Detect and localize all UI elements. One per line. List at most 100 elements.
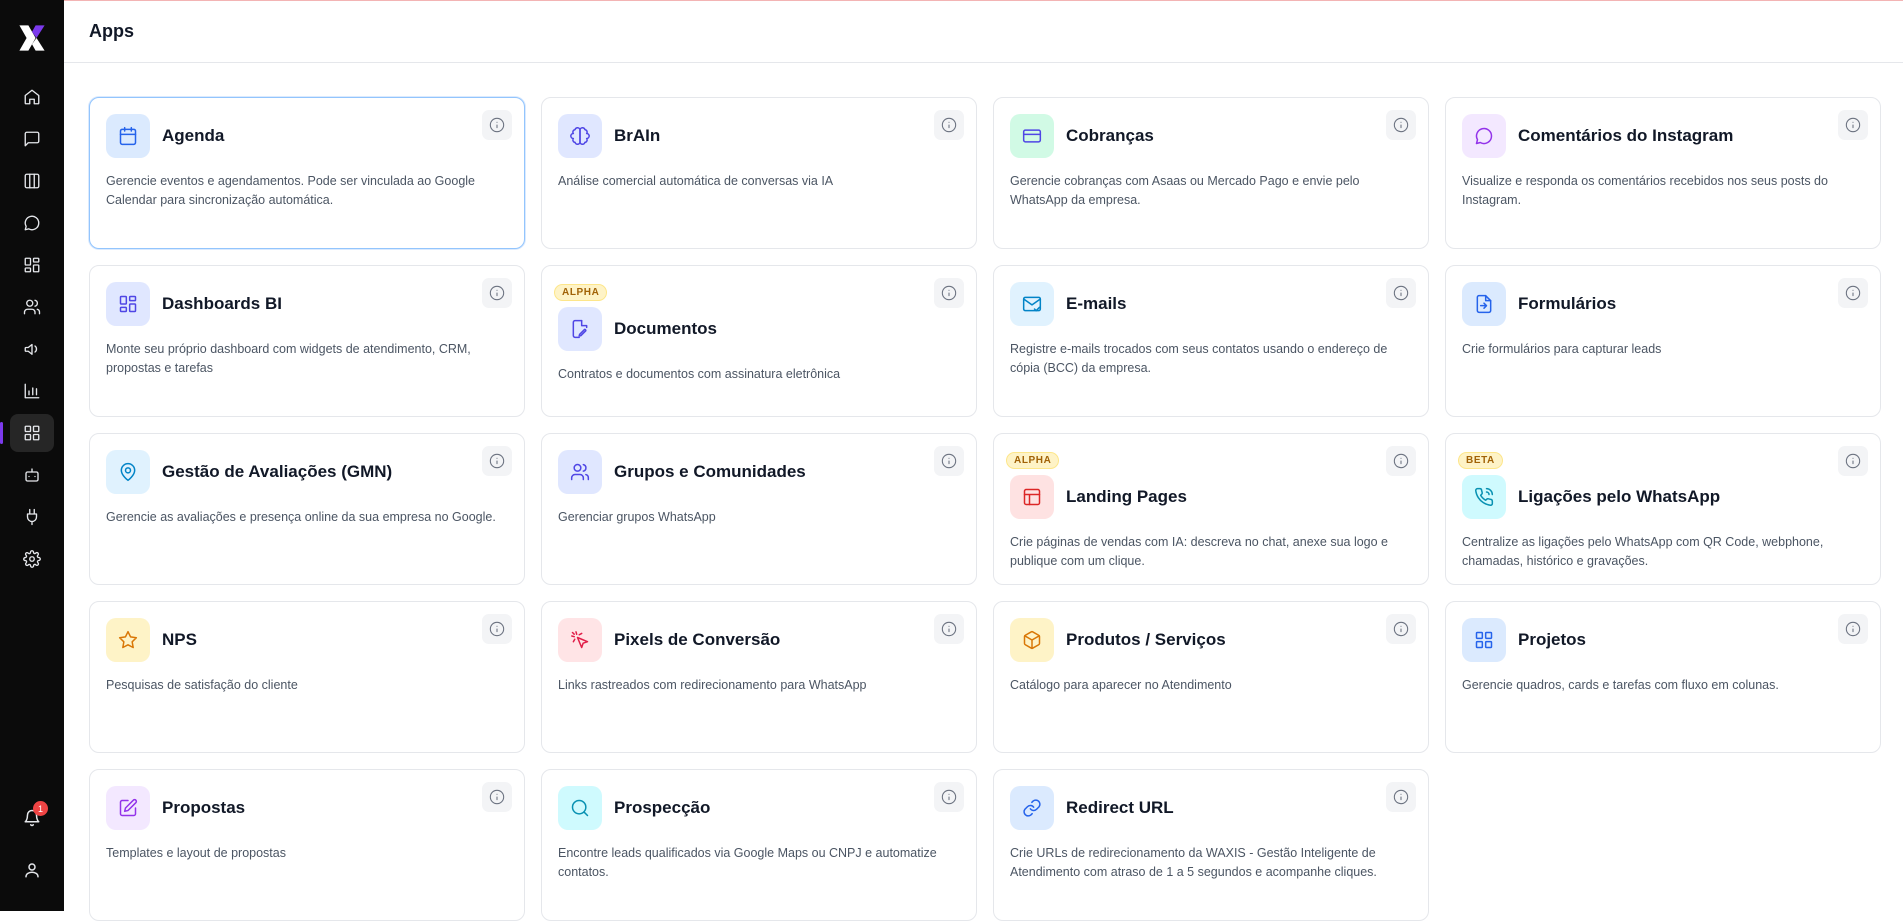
info-button[interactable] bbox=[934, 110, 964, 140]
info-button[interactable] bbox=[934, 782, 964, 812]
app-description: Gerencie quadros, cards e tarefas com fl… bbox=[1462, 678, 1779, 692]
info-button[interactable] bbox=[1838, 110, 1868, 140]
sidebar-item-home[interactable] bbox=[10, 78, 54, 116]
sidebar-item-columns[interactable] bbox=[10, 162, 54, 200]
logo[interactable] bbox=[12, 18, 52, 58]
app-card[interactable]: BrAIn Análise comercial automática de con… bbox=[541, 97, 977, 249]
app-card[interactable]: Pixels de Conversão Links rastreados com … bbox=[541, 601, 977, 753]
phone-call-icon bbox=[1475, 487, 1494, 506]
app-title: Documentos bbox=[614, 319, 717, 338]
app-card[interactable]: Projetos Gerencie quadros, cards e tarefa… bbox=[1445, 601, 1881, 753]
info-button[interactable] bbox=[934, 614, 964, 644]
app-card[interactable]: Agenda Gerencie eventos e agendamentos. P… bbox=[89, 97, 525, 249]
info-button[interactable] bbox=[482, 446, 512, 476]
bot-icon bbox=[25, 468, 39, 482]
app-card[interactable]: E-mails Registre e-mails trocados com seu… bbox=[993, 265, 1429, 417]
app-title: Pixels de Conversão bbox=[614, 630, 781, 649]
info-button[interactable] bbox=[1386, 110, 1416, 140]
map-pin-icon bbox=[120, 462, 136, 482]
sidebar-item-plug[interactable] bbox=[10, 498, 54, 536]
app-card[interactable]: Gestão de Avaliações (GMN) Gerencie as av… bbox=[89, 433, 525, 585]
app-description: Análise comercial automática de conversa… bbox=[558, 174, 834, 188]
waxis-logo-icon bbox=[19, 25, 45, 51]
app-card[interactable]: Comentários do Instagram Visualize e resp… bbox=[1445, 97, 1881, 249]
info-button[interactable] bbox=[482, 110, 512, 140]
sidebar-item-users[interactable] bbox=[10, 288, 54, 326]
app-card-header: Produtos / Serviços bbox=[1010, 618, 1412, 662]
app-card[interactable]: Produtos / Serviços Catálogo para aparece… bbox=[993, 601, 1429, 753]
info-button[interactable] bbox=[1386, 782, 1416, 812]
info-button[interactable] bbox=[934, 278, 964, 308]
info-icon bbox=[1393, 453, 1409, 469]
app-card[interactable]: ALPHA Documentos Contratos e documentos co… bbox=[541, 265, 977, 417]
app-card[interactable]: NPS Pesquisas de satisfação do cliente bbox=[89, 601, 525, 753]
app-icon bbox=[106, 282, 150, 326]
app-card-header: Projetos bbox=[1462, 618, 1864, 662]
app-icon bbox=[558, 618, 602, 662]
sidebar-item-bar-chart[interactable] bbox=[10, 372, 54, 410]
dashboard-icon bbox=[119, 295, 137, 313]
sidebar-item-dashboard[interactable] bbox=[10, 246, 54, 284]
form-enter-icon bbox=[1476, 294, 1492, 314]
info-button[interactable] bbox=[482, 614, 512, 644]
info-icon bbox=[489, 621, 505, 637]
info-button[interactable] bbox=[934, 446, 964, 476]
info-button[interactable] bbox=[1838, 614, 1868, 644]
sidebar: 1 bbox=[0, 0, 64, 911]
app-title: Cobranças bbox=[1066, 126, 1154, 145]
info-icon bbox=[1393, 621, 1409, 637]
app-card-header: Landing Pages bbox=[1010, 475, 1412, 519]
notification-badge: 1 bbox=[33, 801, 48, 816]
app-card-header: BrAIn bbox=[558, 114, 960, 158]
notifications-button[interactable]: 1 bbox=[10, 799, 54, 837]
app-description: Centralize as ligações pelo WhatsApp com… bbox=[1462, 535, 1824, 568]
info-icon bbox=[1845, 453, 1861, 469]
app-card[interactable]: Propostas Templates e layout de propostas bbox=[89, 769, 525, 921]
info-button[interactable] bbox=[482, 782, 512, 812]
sidebar-item-gear[interactable] bbox=[10, 540, 54, 578]
profile-button[interactable] bbox=[10, 851, 54, 889]
app-title: Propostas bbox=[162, 798, 246, 817]
sidebar-item-megaphone[interactable] bbox=[10, 330, 54, 368]
app-card[interactable]: ALPHA Landing Pages Crie páginas de vendas… bbox=[993, 433, 1429, 585]
mail-check-icon bbox=[1022, 296, 1042, 312]
app-card[interactable]: BETA Ligações pelo WhatsApp Centralize as … bbox=[1445, 433, 1881, 585]
page-title: Apps bbox=[89, 21, 134, 41]
app-card[interactable]: Formulários Crie formulários para captura… bbox=[1445, 265, 1881, 417]
app-card-header: Cobranças bbox=[1010, 114, 1412, 158]
sidebar-item-chat-bubble[interactable] bbox=[10, 204, 54, 242]
app-icon bbox=[1462, 282, 1506, 326]
info-icon bbox=[941, 117, 957, 133]
app-card[interactable]: Dashboards BI Monte seu próprio dashboard… bbox=[89, 265, 525, 417]
info-button[interactable] bbox=[1386, 278, 1416, 308]
app-card[interactable]: Grupos e Comunidades Gerenciar grupos Wha… bbox=[541, 433, 977, 585]
app-title: E-mails bbox=[1066, 294, 1127, 313]
info-button[interactable] bbox=[1386, 614, 1416, 644]
sidebar-item-message-square[interactable] bbox=[10, 120, 54, 158]
app-title: Projetos bbox=[1518, 630, 1587, 649]
app-card[interactable]: Cobranças Gerencie cobranças com Asaas ou… bbox=[993, 97, 1429, 249]
info-button[interactable] bbox=[1386, 446, 1416, 476]
info-button[interactable] bbox=[1838, 446, 1868, 476]
app-title: Ligações pelo WhatsApp bbox=[1518, 487, 1721, 506]
sidebar-item-apps-grid[interactable] bbox=[0, 414, 54, 452]
app-icon bbox=[1010, 114, 1054, 158]
app-icon bbox=[1010, 618, 1054, 662]
comment-icon bbox=[1475, 127, 1493, 145]
app-icon bbox=[1010, 282, 1054, 326]
apps-grid-icon bbox=[24, 425, 40, 441]
app-card-header: Pixels de Conversão bbox=[558, 618, 960, 662]
app-card[interactable]: Prospecção Encontre leads qualificados vi… bbox=[541, 769, 977, 921]
plug-icon bbox=[26, 508, 38, 526]
info-button[interactable] bbox=[482, 278, 512, 308]
info-icon bbox=[489, 789, 505, 805]
app-card[interactable]: Redirect URL Crie URLs de redirecionament… bbox=[993, 769, 1429, 921]
grid-icon bbox=[1475, 631, 1493, 649]
app-card-header: Prospecção bbox=[558, 786, 960, 830]
app-icon bbox=[106, 450, 150, 494]
sidebar-item-bot[interactable] bbox=[10, 456, 54, 494]
app-card-header: Comentários do Instagram bbox=[1462, 114, 1864, 158]
app-icon bbox=[106, 786, 150, 830]
info-button[interactable] bbox=[1838, 278, 1868, 308]
app-title: Prospecção bbox=[614, 798, 711, 817]
